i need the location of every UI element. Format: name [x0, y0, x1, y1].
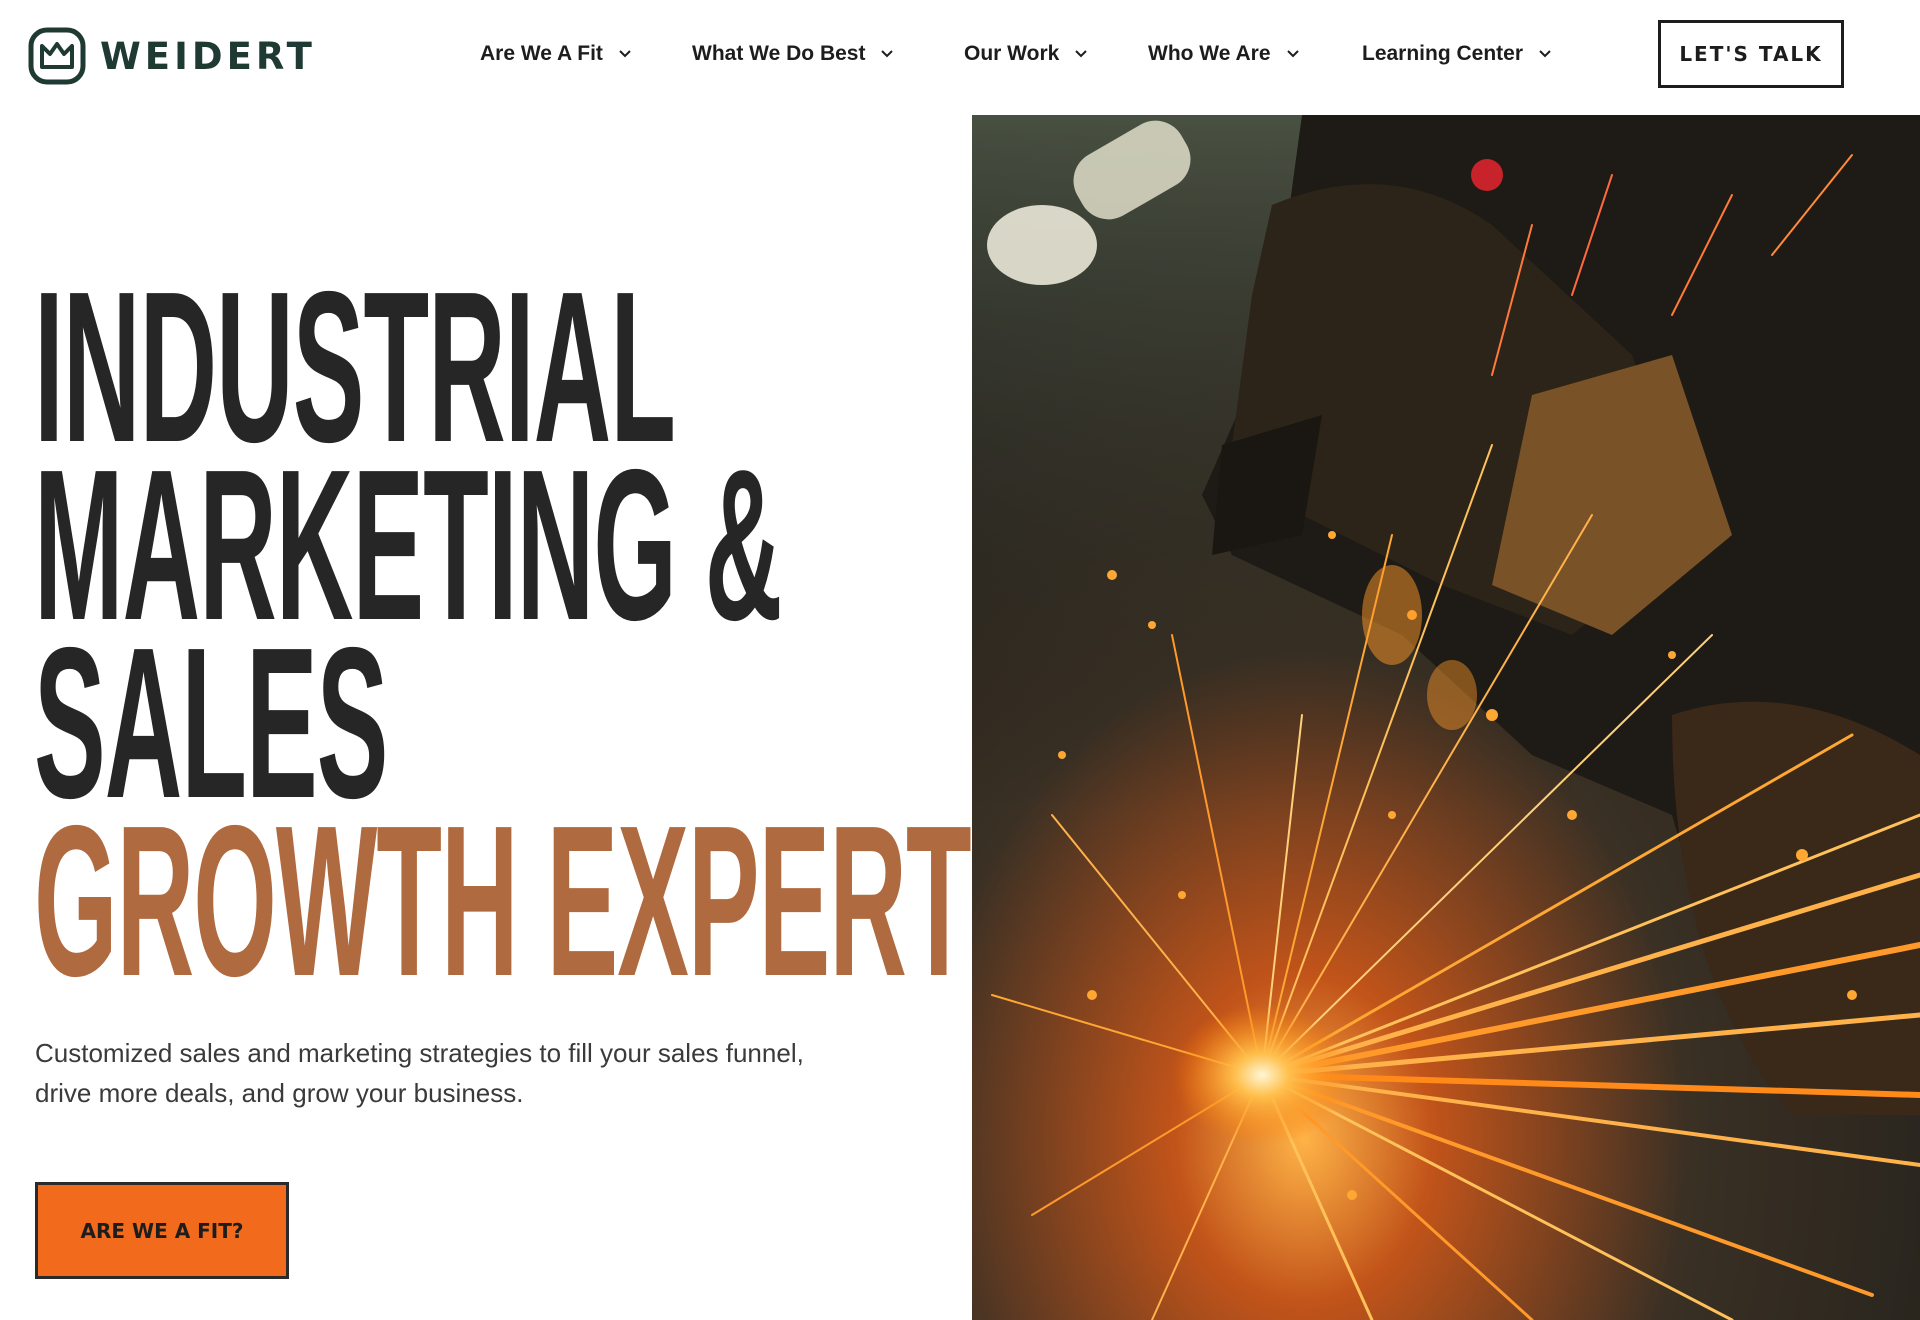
nav-item-who-we-are[interactable]: Who We Are	[1148, 42, 1299, 66]
hero-title-accent: GROWTH EXPERTS	[34, 780, 1042, 1021]
brand-logo[interactable]: WEIDERT	[28, 27, 316, 85]
hero-subtitle: Customized sales and marketing strategie…	[35, 1038, 804, 1108]
site-header: WEIDERT Are We A Fit What We Do Best Our…	[0, 0, 1920, 112]
nav-item-label: Our Work	[964, 42, 1060, 65]
nav-item-label: Are We A Fit	[480, 42, 603, 65]
chevron-down-icon	[1286, 50, 1299, 58]
nav-item-what-we-do-best[interactable]: What We Do Best	[692, 42, 894, 66]
chevron-down-icon	[881, 50, 894, 58]
chevron-down-icon	[619, 50, 631, 58]
chevron-down-icon	[1539, 50, 1551, 58]
nav-item-label: Who We Are	[1148, 42, 1271, 65]
lets-talk-button[interactable]: LET'S TALK	[1658, 20, 1844, 88]
sparks-illustration	[972, 115, 1920, 1320]
nav-item-label: What We Do Best	[692, 42, 866, 65]
crown-badge-icon	[28, 27, 86, 85]
nav-item-learning-center[interactable]: Learning Center	[1362, 42, 1551, 66]
hero-image-welding-sparks	[972, 115, 1920, 1320]
nav-item-label: Learning Center	[1362, 42, 1524, 65]
chevron-down-icon	[1075, 50, 1088, 58]
hero-title: INDUSTRIAL MARKETING & SALES GROWTH EXPE…	[34, 259, 1042, 1021]
are-we-a-fit-button[interactable]: ARE WE A FIT?	[35, 1182, 289, 1279]
brand-name: WEIDERT	[100, 34, 316, 78]
nav-item-are-we-a-fit[interactable]: Are We A Fit	[480, 42, 631, 66]
nav-item-our-work[interactable]: Our Work	[964, 42, 1088, 66]
